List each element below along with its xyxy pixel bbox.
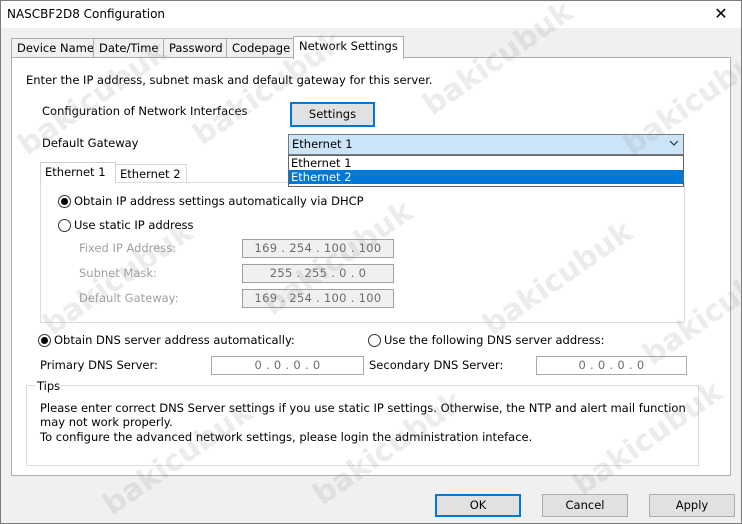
dns-auto-label: Obtain DNS server address automatically:	[54, 333, 295, 347]
tips-title: Tips	[36, 379, 62, 393]
dns-manual-radio[interactable]	[368, 334, 381, 347]
title-bar[interactable]: NASCBF2D8 Configuration ✕	[1, 1, 741, 28]
close-icon[interactable]: ✕	[709, 3, 733, 25]
network-settings-panel: Enter the IP address, subnet mask and de…	[11, 57, 731, 476]
interfaces-label: Configuration of Network Interfaces	[42, 104, 248, 118]
tips-line-3: To configure the advanced network settin…	[40, 430, 533, 444]
ip-default-gateway-label: Default Gateway:	[79, 291, 179, 305]
primary-dns-label: Primary DNS Server:	[40, 358, 158, 372]
tab-device-name[interactable]: Device Name	[11, 38, 94, 58]
tab-ethernet-2[interactable]: Ethernet 2	[115, 164, 187, 184]
secondary-dns-field[interactable]: 0 . 0 . 0 . 0	[536, 356, 687, 375]
dropdown-option-ethernet-2[interactable]: Ethernet 2	[289, 170, 683, 184]
chevron-down-icon[interactable]	[669, 136, 679, 153]
intro-text: Enter the IP address, subnet mask and de…	[26, 73, 433, 87]
tab-date-time[interactable]: Date/Time	[93, 38, 164, 58]
dns-manual-label: Use the following DNS server address:	[384, 333, 605, 347]
fixed-ip-field[interactable]: 169 . 254 . 100 . 100	[242, 239, 394, 258]
settings-button[interactable]: Settings	[290, 102, 375, 127]
default-gateway-dropdown: Ethernet 1 Ethernet 2	[288, 155, 684, 187]
apply-button[interactable]: Apply	[649, 494, 735, 517]
static-ip-radio[interactable]	[58, 219, 71, 232]
ethernet-1-panel: Obtain IP address settings automatically…	[40, 182, 685, 323]
tips-line-1: Please enter correct DNS Server settings…	[40, 401, 686, 415]
default-gateway-value: Ethernet 1	[292, 137, 353, 151]
secondary-dns-label: Secondary DNS Server:	[369, 358, 504, 372]
primary-dns-field[interactable]: 0 . 0 . 0 . 0	[211, 356, 364, 375]
config-window: NASCBF2D8 Configuration ✕ Device Name Da…	[0, 0, 742, 524]
default-gateway-select[interactable]: Ethernet 1	[288, 134, 684, 155]
ok-button[interactable]: OK	[435, 494, 521, 517]
ip-default-gateway-field[interactable]: 169 . 254 . 100 . 100	[242, 289, 394, 308]
window-title: NASCBF2D8 Configuration	[7, 7, 166, 21]
tips-line-2: may not work properly.	[40, 415, 173, 429]
fixed-ip-label: Fixed IP Address:	[79, 241, 177, 255]
tab-password[interactable]: Password	[163, 38, 227, 58]
dhcp-label: Obtain IP address settings automatically…	[74, 194, 364, 208]
default-gateway-label: Default Gateway	[42, 136, 139, 150]
subnet-mask-label: Subnet Mask:	[79, 266, 157, 280]
tab-ethernet-1[interactable]: Ethernet 1	[40, 162, 116, 183]
static-ip-label: Use static IP address	[74, 218, 194, 232]
tab-codepage[interactable]: Codepage	[226, 38, 294, 58]
subnet-mask-field[interactable]: 255 . 255 . 0 . 0	[242, 264, 394, 283]
dhcp-radio[interactable]	[58, 195, 71, 208]
cancel-button[interactable]: Cancel	[542, 494, 628, 517]
tab-network-settings[interactable]: Network Settings	[293, 36, 404, 59]
dns-auto-radio[interactable]	[38, 334, 51, 347]
dropdown-option-ethernet-1[interactable]: Ethernet 1	[289, 156, 683, 170]
